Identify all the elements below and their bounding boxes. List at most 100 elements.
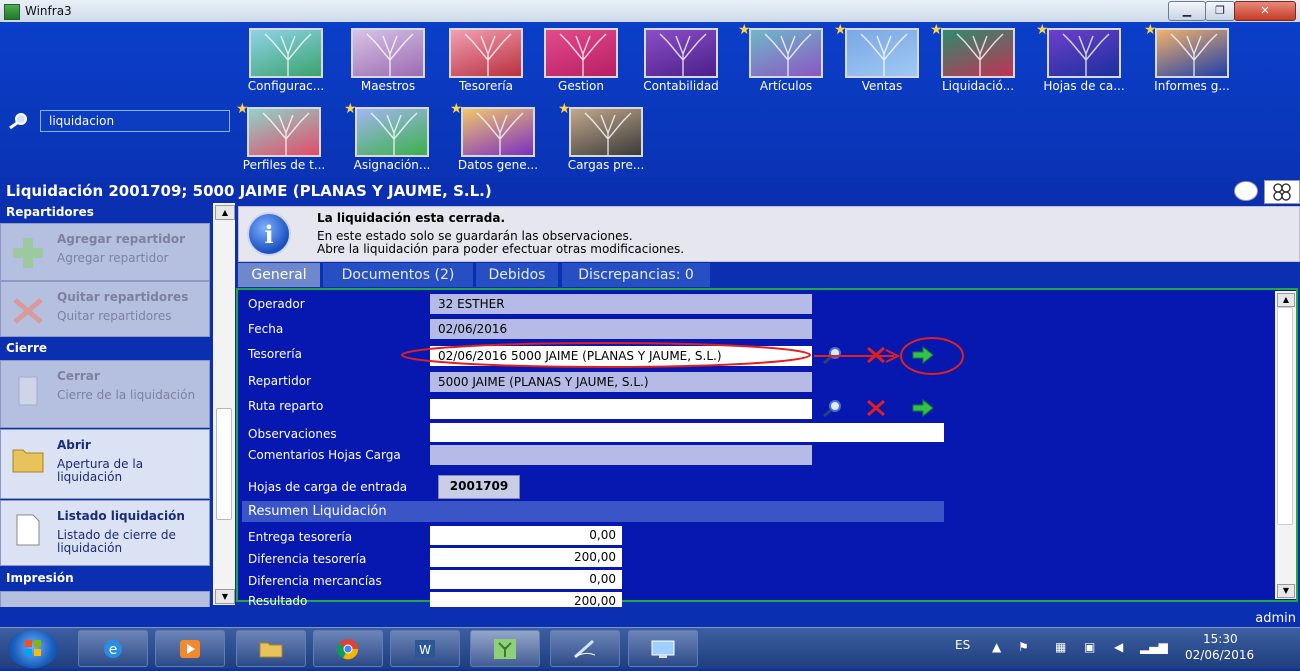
favorite-star-icon[interactable]: ★ — [834, 22, 847, 38]
tree-icon — [584, 112, 632, 155]
remove-repartidores-title: Quitar repartidores — [57, 290, 189, 304]
close-liquidation-button[interactable]: Cerrar Cierre de la liquidación — [0, 360, 210, 428]
internet-explorer-icon: e — [104, 640, 122, 658]
settings-button[interactable] — [1264, 180, 1300, 204]
taskbar-explorer-button[interactable] — [236, 630, 306, 667]
content-scroll-down[interactable]: ▼ — [1277, 584, 1295, 598]
favorite-star-icon[interactable]: ★ — [236, 101, 249, 117]
ruta-field[interactable] — [430, 399, 812, 419]
taskbar-media-button[interactable] — [155, 630, 225, 667]
content-scroll-thumb[interactable] — [1277, 307, 1293, 525]
remove-repartidores-button[interactable]: Quitar repartidores Quitar repartidores — [0, 281, 210, 337]
module-tile[interactable]: Asignación... ★ — [344, 101, 452, 187]
open-liquidation-button[interactable]: Abrir Apertura de la liquidación — [0, 429, 210, 499]
show-hidden-icons[interactable]: ▲ — [992, 640, 1001, 654]
module-tile[interactable]: Artículos ★ — [738, 22, 846, 108]
list-liquidation-subtitle: Listado de cierre de liquidación — [57, 528, 176, 555]
signal-icon[interactable]: ▂▄▆ — [1140, 640, 1168, 654]
module-tile[interactable]: Perfiles de t... ★ — [236, 101, 344, 187]
module-thumbnail — [351, 28, 425, 78]
favorite-star-icon[interactable]: ★ — [1144, 22, 1157, 38]
volume-icon[interactable]: ◀ — [1114, 640, 1123, 654]
favorite-star-icon[interactable]: ★ — [930, 22, 943, 38]
observaciones-label: Observaciones — [248, 427, 337, 441]
device-icon[interactable]: ▣ — [1084, 640, 1095, 654]
status-circle-icon — [1234, 181, 1258, 201]
tab-documentos[interactable]: Documentos (2) — [323, 263, 473, 287]
module-thumbnail — [461, 107, 535, 157]
actions-sidebar: Repartidores Agregar repartidor Agregar … — [0, 203, 236, 607]
module-tile[interactable]: Contabilidad — [639, 28, 741, 108]
open-liquidation-subtitle: Apertura de la liquidación — [57, 457, 144, 484]
favorite-star-icon[interactable]: ★ — [344, 101, 357, 117]
observaciones-field[interactable] — [430, 423, 944, 442]
sidebar-scroll-up[interactable]: ▲ — [215, 205, 235, 220]
content-scrollbar[interactable]: ▲ ▼ — [1275, 291, 1296, 599]
ruta-goto-arrow-icon[interactable] — [912, 398, 934, 418]
module-thumbnail — [449, 28, 523, 78]
favorite-star-icon[interactable]: ★ — [1036, 22, 1049, 38]
maximize-button[interactable]: ❐ — [1205, 1, 1235, 21]
module-tile-label: Contabilidad — [643, 79, 719, 93]
module-tile[interactable]: Ventas ★ — [834, 22, 942, 108]
tree-icon — [659, 33, 707, 76]
flag-icon[interactable]: ⚑ — [1018, 640, 1029, 654]
search-input[interactable]: liquidacion — [40, 110, 230, 132]
close-liquidation-subtitle: Cierre de la liquidación — [57, 388, 196, 402]
ruta-search-icon[interactable] — [822, 398, 844, 418]
module-tile[interactable]: Configurac... — [244, 28, 346, 108]
module-thumbnail — [544, 28, 618, 78]
print-item[interactable] — [0, 591, 210, 607]
remote-desktop-icon — [651, 640, 675, 658]
module-tile[interactable]: Datos gene... ★ — [450, 101, 558, 187]
ruta-clear-icon[interactable] — [865, 398, 887, 418]
tab-discrepancias[interactable]: Discrepancias: 0 — [562, 263, 710, 287]
taskbar-draw-button[interactable] — [550, 630, 620, 667]
taskbar-word-button[interactable]: W — [390, 630, 460, 667]
hojas-carga-button[interactable]: 2001709 — [438, 475, 520, 499]
module-tile[interactable]: Liquidació... ★ — [930, 22, 1038, 108]
operador-label: Operador — [248, 297, 305, 311]
minimize-button[interactable]: ▁ — [1168, 1, 1206, 21]
add-repartidor-button[interactable]: Agregar repartidor Agregar repartidor — [0, 223, 210, 281]
page-title: Liquidación 2001709; 5000 JAIME (PLANAS … — [6, 182, 492, 200]
taskbar-winfra-button[interactable] — [470, 630, 540, 667]
module-tile[interactable]: Hojas de ca... ★ — [1036, 22, 1144, 108]
taskbar-chrome-button[interactable] — [313, 630, 383, 667]
module-tile-label: Gestion — [558, 79, 604, 93]
language-indicator[interactable]: ES — [955, 638, 970, 652]
sidebar-group-repartidores: Repartidores — [6, 205, 94, 219]
highlight-ellipse-icon — [401, 342, 811, 368]
module-tile-label: Tesorería — [459, 79, 513, 93]
module-tile[interactable]: Tesorería — [444, 28, 546, 108]
sidebar-scroll-down[interactable]: ▼ — [215, 589, 235, 604]
clock-time[interactable]: 15:30 — [1203, 632, 1238, 646]
close-button[interactable]: ✕ — [1234, 1, 1296, 21]
media-player-icon — [180, 640, 200, 658]
taskbar-remote-button[interactable] — [628, 630, 698, 667]
module-thumbnail — [1155, 28, 1229, 78]
sidebar-scroll-thumb[interactable] — [216, 408, 232, 520]
sidebar-scrollbar[interactable]: ▲ ▼ — [213, 203, 235, 605]
favorite-star-icon[interactable]: ★ — [450, 101, 463, 117]
sidebar-group-cierre: Cierre — [6, 341, 48, 355]
tree-icon — [366, 33, 414, 76]
tab-debidos[interactable]: Debidos — [476, 263, 558, 287]
module-tile[interactable]: Maestros — [346, 28, 448, 108]
tab-general[interactable]: General — [238, 263, 320, 287]
network-windows-icon[interactable]: ▦ — [1055, 640, 1066, 654]
module-tile[interactable]: Gestion — [539, 28, 641, 108]
module-thumbnail — [249, 28, 323, 78]
list-liquidation-title: Listado liquidación — [57, 509, 185, 523]
favorite-star-icon[interactable]: ★ — [558, 101, 571, 117]
clock-date[interactable]: 02/06/2016 — [1185, 648, 1254, 662]
list-liquidation-button[interactable]: Listado liquidación Listado de cierre de… — [0, 500, 210, 566]
content-scroll-up[interactable]: ▲ — [1277, 293, 1295, 307]
module-tile[interactable]: Cargas pre... ★ — [558, 101, 666, 187]
taskbar-ie-button[interactable]: e — [78, 630, 148, 667]
favorite-star-icon[interactable]: ★ — [738, 22, 751, 38]
module-tile[interactable]: Informes g... ★ — [1144, 22, 1252, 108]
start-button[interactable] — [8, 630, 58, 668]
module-ribbon: liquidacion Configurac... Maestros Tesorer… — [0, 22, 1300, 182]
remove-repartidores-subtitle: Quitar repartidores — [57, 309, 172, 323]
